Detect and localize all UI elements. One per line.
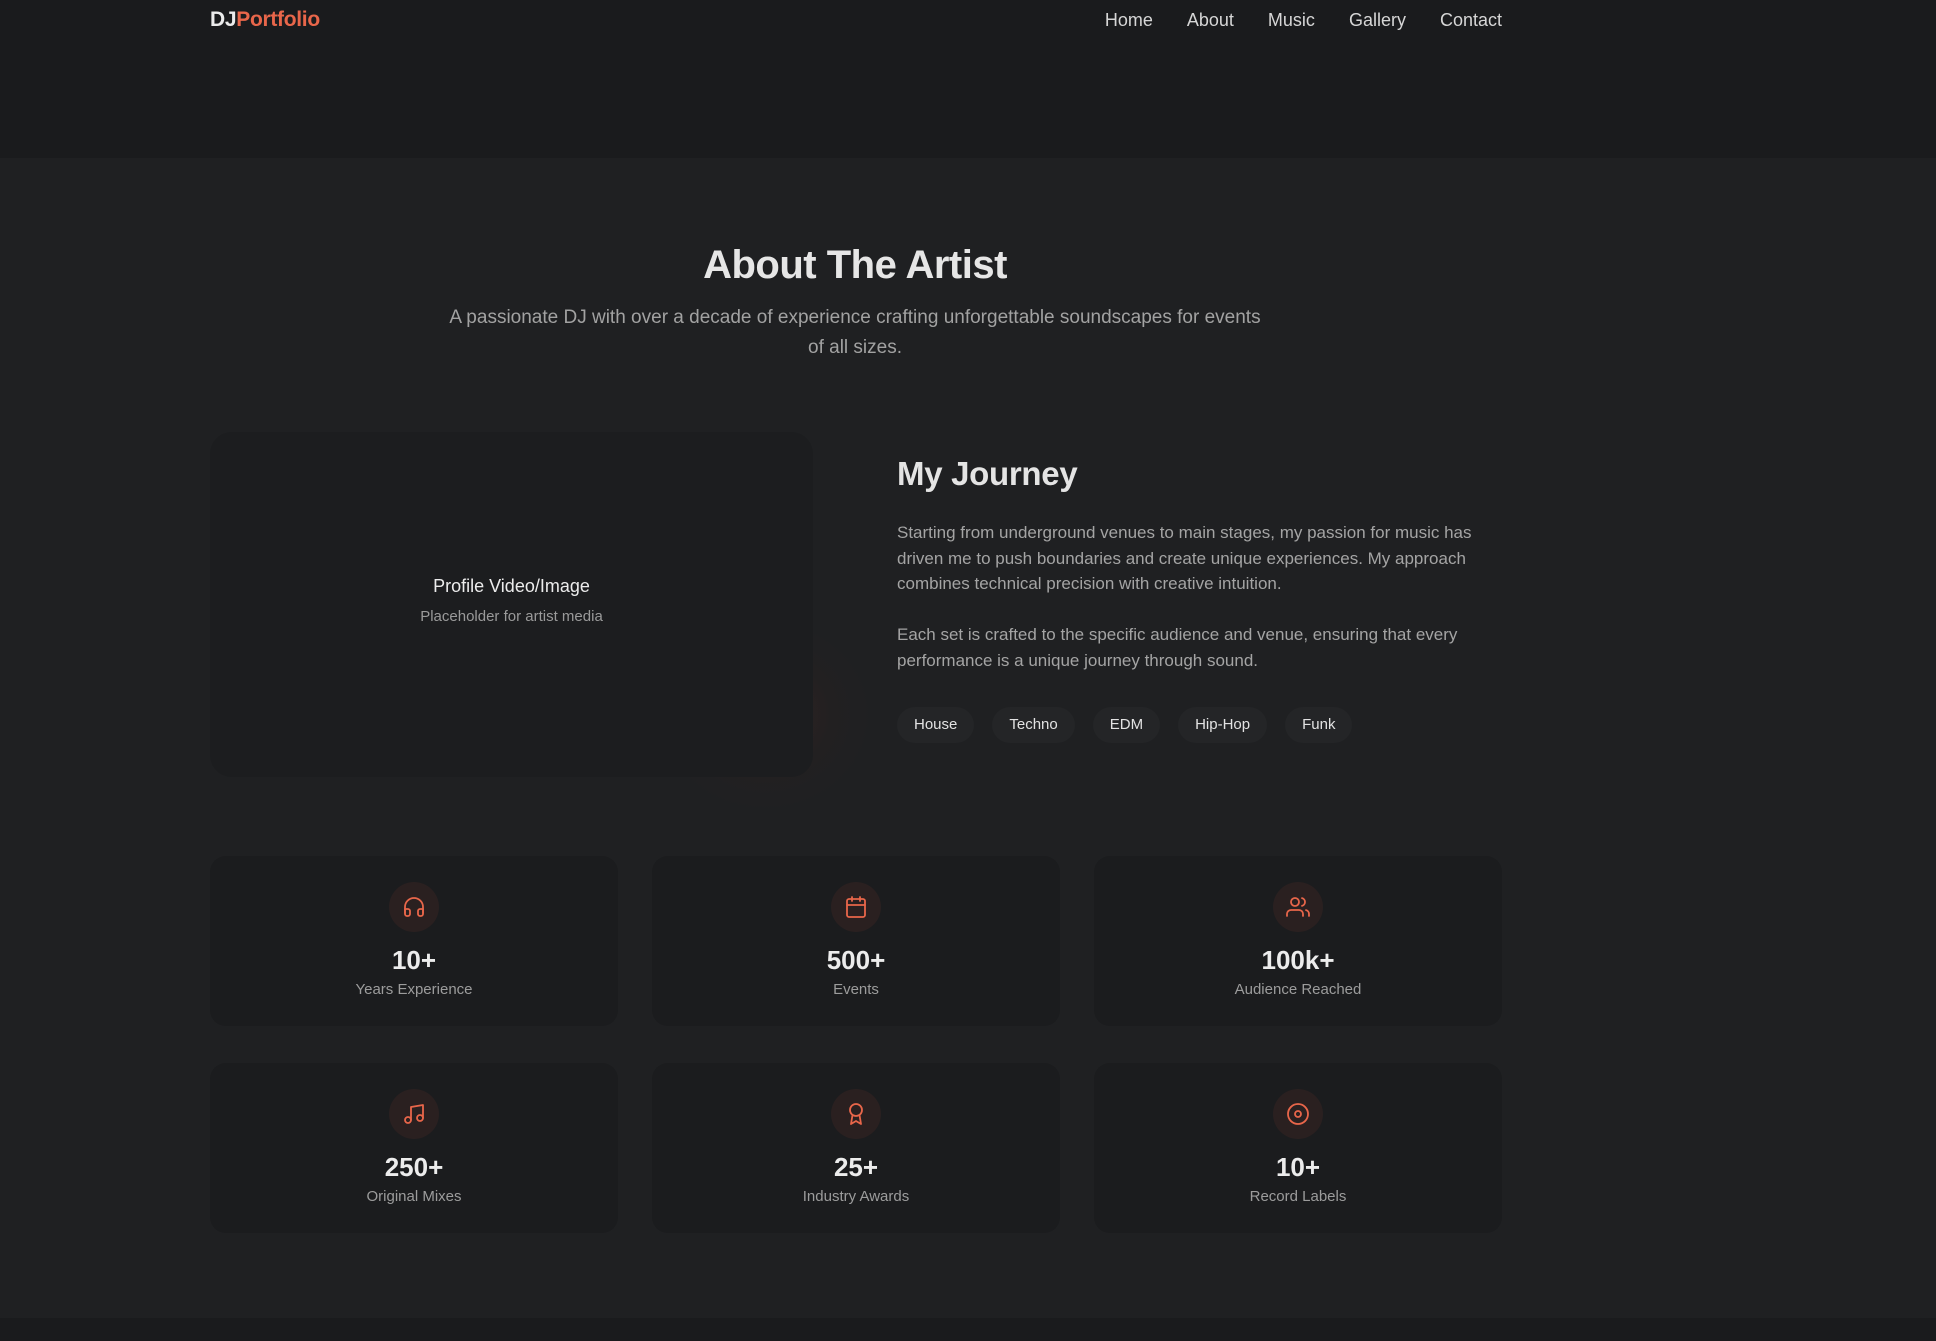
journey-paragraph-2: Each set is crafted to the specific audi… xyxy=(897,625,1458,670)
nav-link-contact[interactable]: Contact xyxy=(1440,8,1502,32)
stat-label: Record Labels xyxy=(1249,1188,1347,1205)
nav-link-music[interactable]: Music xyxy=(1268,8,1315,32)
nav-link-about[interactable]: About xyxy=(1187,8,1234,32)
stat-card-events: 500+ Events xyxy=(652,856,1060,1026)
logo-text-portfolio: Portfolio xyxy=(236,8,320,31)
stat-card-record-labels: 10+ Record Labels xyxy=(1094,1063,1502,1233)
media-subtitle: Placeholder for artist media xyxy=(420,608,603,625)
stat-label: Audience Reached xyxy=(1234,981,1362,998)
site-logo[interactable]: DJPortfolio xyxy=(210,8,320,32)
stat-value: 10+ xyxy=(1275,1152,1321,1182)
genre-tag-techno[interactable]: Techno xyxy=(992,707,1075,743)
stat-value: 250+ xyxy=(384,1152,444,1182)
genre-tag-hip-hop[interactable]: Hip-Hop xyxy=(1178,707,1268,743)
stat-label: Industry Awards xyxy=(802,1188,910,1205)
main-nav: Home About Music Gallery Contact xyxy=(1105,8,1502,32)
stat-value: 10+ xyxy=(391,945,437,975)
genre-tag-edm[interactable]: EDM xyxy=(1092,707,1161,743)
users-icon xyxy=(1273,882,1323,932)
genre-tags: House Techno EDM Hip-Hop Funk xyxy=(897,707,1353,743)
stat-value: 100k+ xyxy=(1261,945,1335,975)
stat-label: Years Experience xyxy=(355,981,473,998)
stat-card-audience-reached: 100k+ Audience Reached xyxy=(1094,856,1502,1026)
stat-card-original-mixes: 250+ Original Mixes xyxy=(210,1063,618,1233)
headphones-icon xyxy=(389,882,439,932)
nav-link-home[interactable]: Home xyxy=(1105,8,1153,32)
footer-edge xyxy=(0,1318,1936,1341)
stat-card-industry-awards: 25+ Industry Awards xyxy=(652,1063,1060,1233)
genre-tag-funk[interactable]: Funk xyxy=(1285,707,1353,743)
stat-label: Original Mixes xyxy=(366,1188,462,1205)
music-note-icon xyxy=(389,1089,439,1139)
section-title: About The Artist xyxy=(703,243,1007,287)
section-subtitle: A passionate DJ with over a decade of ex… xyxy=(449,307,1261,358)
journey-title: My Journey xyxy=(897,455,1078,492)
journey-paragraph-1: Starting from underground venues to main… xyxy=(897,523,1472,593)
stat-value: 25+ xyxy=(833,1152,879,1182)
disc-icon xyxy=(1273,1089,1323,1139)
profile-media-placeholder[interactable] xyxy=(210,432,813,777)
genre-tag-house[interactable]: House xyxy=(897,707,975,743)
logo-text-dj: DJ xyxy=(210,8,237,31)
stat-label: Events xyxy=(833,981,879,998)
stat-card-years-experience: 10+ Years Experience xyxy=(210,856,618,1026)
media-title: Profile Video/Image xyxy=(433,576,590,596)
nav-link-gallery[interactable]: Gallery xyxy=(1349,8,1406,32)
stat-value: 500+ xyxy=(826,945,886,975)
site-header: DJPortfolio Home About Music Gallery Con… xyxy=(0,0,1936,158)
award-icon xyxy=(831,1089,881,1139)
calendar-icon xyxy=(831,882,881,932)
